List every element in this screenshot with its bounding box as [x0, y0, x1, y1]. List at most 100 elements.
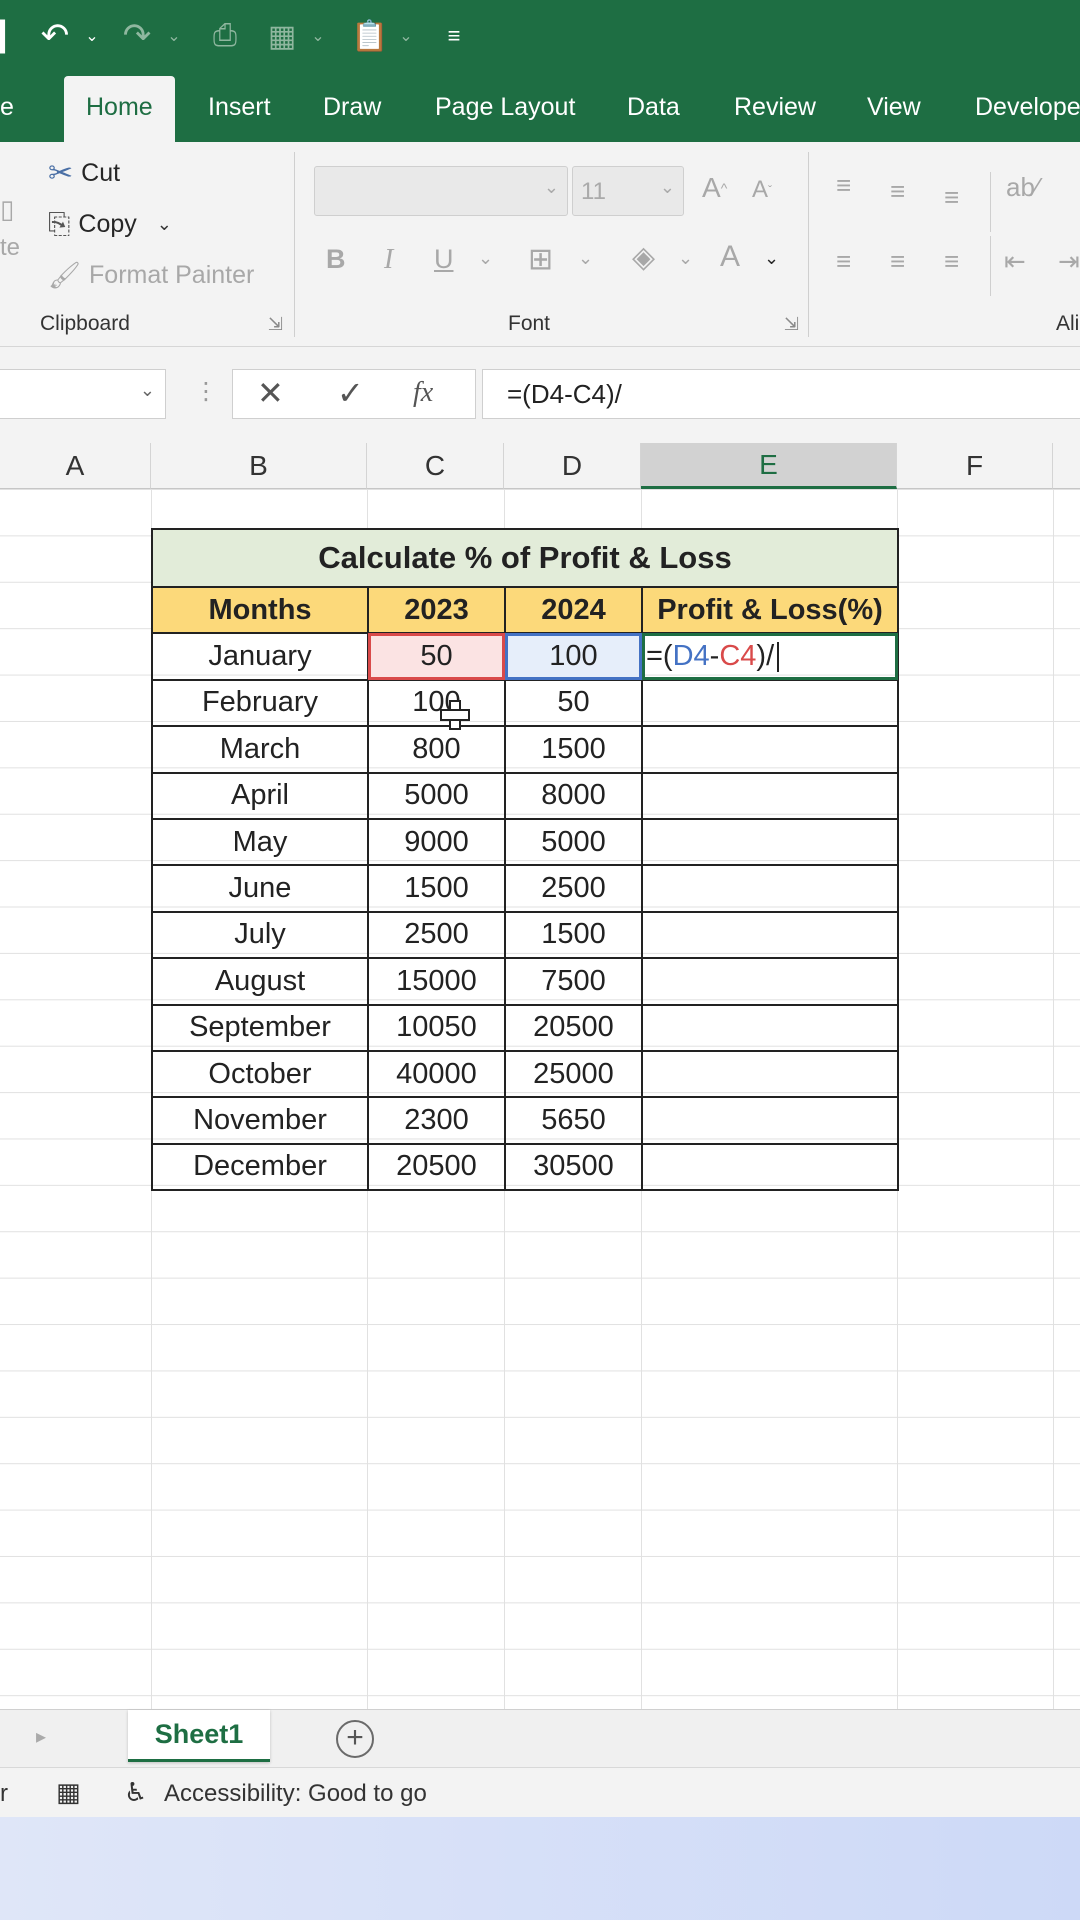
profit-loss-cell[interactable]	[641, 771, 899, 820]
tab-page-layout[interactable]: Page Layout	[435, 72, 575, 142]
chevron-down-icon[interactable]: ⌄	[478, 248, 493, 269]
format-icon[interactable]: ▦	[262, 14, 302, 58]
print-preview-icon[interactable]: ⎙	[206, 14, 244, 58]
more-icon[interactable]: ⋮	[194, 377, 218, 406]
month-cell[interactable]: March	[151, 725, 369, 774]
month-cell[interactable]: February	[151, 678, 369, 728]
copy-button[interactable]: ⎘ Copy ⌄	[48, 208, 172, 241]
value-2024-cell[interactable]: 1500	[504, 910, 643, 960]
tab-file[interactable]: e	[0, 72, 14, 142]
column-header-g[interactable]	[1053, 443, 1080, 489]
tab-review[interactable]: Review	[734, 72, 816, 142]
column-header-c[interactable]: C	[367, 443, 504, 489]
month-cell[interactable]: November	[151, 1096, 369, 1145]
accessibility-icon[interactable]: ♿	[124, 1777, 147, 1808]
month-cell[interactable]: October	[151, 1049, 369, 1099]
value-2024-cell[interactable]: 20500	[504, 1003, 643, 1052]
month-cell[interactable]: January	[151, 632, 369, 681]
table-title[interactable]: Calculate % of Profit & Loss	[151, 528, 899, 588]
value-2023-cell[interactable]: 1500	[367, 864, 506, 913]
sheet-tab-sheet1[interactable]: Sheet1	[128, 1710, 270, 1762]
value-2023-cell[interactable]: 20500	[367, 1142, 506, 1192]
font-color-button[interactable]: A	[720, 240, 740, 274]
chevron-down-icon[interactable]: ⌄	[578, 248, 593, 269]
align-top-icon[interactable]: ≡	[836, 170, 851, 201]
chevron-down-icon[interactable]: ⌄	[544, 177, 559, 198]
chevron-down-icon[interactable]: ⌄	[82, 14, 102, 58]
font-name-combo[interactable]: ⌄	[314, 166, 568, 216]
column-header-a[interactable]: A	[0, 443, 151, 489]
align-middle-icon[interactable]: ≡	[890, 176, 905, 207]
chevron-down-icon[interactable]: ⌄	[764, 248, 779, 269]
profit-loss-cell[interactable]	[641, 910, 899, 960]
paste-label[interactable]: te	[0, 234, 20, 262]
value-2023-cell[interactable]: 40000	[367, 1049, 506, 1099]
italic-button[interactable]: I	[384, 244, 393, 276]
value-2023-cell[interactable]: 9000	[367, 817, 506, 867]
bold-button[interactable]: B	[326, 244, 346, 275]
profit-loss-cell[interactable]	[641, 864, 899, 913]
increase-indent-icon[interactable]: ⇥	[1058, 246, 1080, 277]
tab-home[interactable]: Home	[64, 76, 175, 142]
month-cell[interactable]: July	[151, 910, 369, 960]
borders-icon[interactable]: ⊞	[528, 242, 553, 277]
month-cell[interactable]: June	[151, 864, 369, 913]
cut-button[interactable]: ✂ Cut	[48, 156, 120, 191]
column-header-d[interactable]: D	[504, 443, 641, 489]
header-profit-loss[interactable]: Profit & Loss(%)	[641, 585, 899, 635]
active-cell-editing[interactable]: =(D4-C4)/	[641, 632, 899, 681]
macro-record-icon[interactable]: ▦	[56, 1777, 81, 1808]
align-left-icon[interactable]: ≡	[836, 246, 851, 277]
save-icon[interactable]: ▌	[0, 14, 15, 58]
value-2024-cell[interactable]: 2500	[504, 864, 643, 913]
value-2024-cell[interactable]: 50	[504, 678, 643, 728]
value-2023-cell[interactable]: 5000	[367, 771, 506, 820]
value-2024-cell[interactable]: 25000	[504, 1049, 643, 1099]
enter-icon[interactable]: ✓	[337, 374, 364, 412]
month-cell[interactable]: August	[151, 957, 369, 1006]
add-sheet-button[interactable]: +	[336, 1720, 374, 1758]
underline-button[interactable]: U	[434, 244, 454, 275]
profit-loss-cell[interactable]	[641, 817, 899, 867]
profit-loss-cell[interactable]	[641, 725, 899, 774]
cancel-icon[interactable]: ✕	[257, 374, 284, 412]
column-header-e[interactable]: E	[641, 443, 897, 489]
tab-draw[interactable]: Draw	[323, 72, 381, 142]
chevron-down-icon[interactable]: ⌄	[308, 14, 328, 58]
value-2024-cell[interactable]: 30500	[504, 1142, 643, 1192]
orientation-icon[interactable]: ab⁄	[1006, 172, 1039, 203]
month-cell[interactable]: December	[151, 1142, 369, 1192]
dialog-launcher-icon[interactable]: ⇲	[784, 314, 799, 335]
tab-data[interactable]: Data	[627, 72, 680, 142]
undo-icon[interactable]: ↶	[36, 14, 74, 58]
font-size-combo[interactable]: 11 ⌄	[572, 166, 684, 216]
profit-loss-cell[interactable]	[641, 678, 899, 728]
profit-loss-cell[interactable]	[641, 1096, 899, 1145]
chevron-down-icon[interactable]: ⌄	[396, 14, 416, 58]
accessibility-status[interactable]: Accessibility: Good to go	[164, 1780, 427, 1808]
header-2023[interactable]: 2023	[367, 585, 506, 635]
paste-icon[interactable]: ▯	[0, 194, 14, 225]
profit-loss-cell[interactable]	[641, 1142, 899, 1192]
chevron-down-icon[interactable]: ⌄	[678, 248, 693, 269]
align-right-icon[interactable]: ≡	[944, 246, 959, 277]
profit-loss-cell[interactable]	[641, 957, 899, 1006]
value-2023-cell[interactable]: 15000	[367, 957, 506, 1006]
customize-toolbar-icon[interactable]: ≡	[442, 14, 466, 58]
header-months[interactable]: Months	[151, 585, 369, 635]
value-2024-cell[interactable]: 8000	[504, 771, 643, 820]
paste-icon[interactable]: 📋	[350, 14, 390, 58]
chevron-down-icon[interactable]: ⌄	[164, 14, 184, 58]
value-2024-cell[interactable]: 100	[504, 632, 643, 681]
chevron-down-icon[interactable]: ⌄	[140, 380, 155, 401]
align-center-icon[interactable]: ≡	[890, 246, 905, 277]
value-2023-cell[interactable]: 50	[367, 632, 506, 681]
month-cell[interactable]: April	[151, 771, 369, 820]
tab-developer[interactable]: Develope	[975, 72, 1080, 142]
format-painter-button[interactable]: 🖌 Format Painter	[48, 260, 254, 291]
chevron-right-icon[interactable]: ▸	[36, 1724, 46, 1749]
fill-color-icon[interactable]: ◈	[632, 240, 655, 275]
column-header-f[interactable]: F	[897, 443, 1053, 489]
value-2024-cell[interactable]: 5650	[504, 1096, 643, 1145]
chevron-down-icon[interactable]: ⌄	[157, 214, 172, 235]
